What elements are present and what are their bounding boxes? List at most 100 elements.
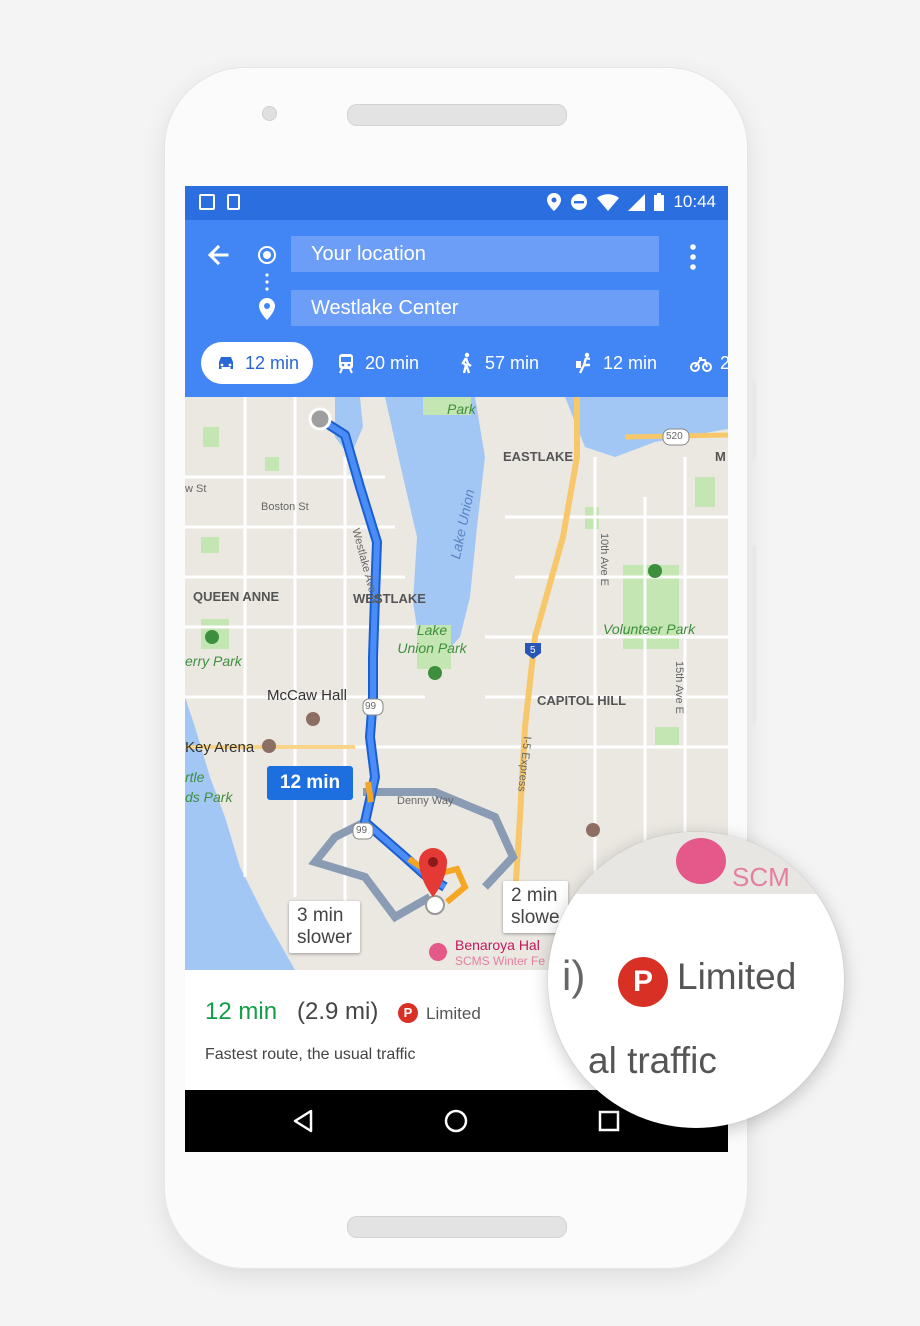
rideshare-icon bbox=[576, 352, 591, 374]
park-icon bbox=[648, 564, 662, 578]
location-status-icon bbox=[547, 193, 562, 211]
destination-dot bbox=[425, 895, 445, 915]
mode-walking[interactable]: 57 min bbox=[455, 342, 539, 384]
park-icon bbox=[428, 666, 442, 680]
battery-icon bbox=[654, 193, 665, 211]
arena-icon bbox=[262, 739, 276, 753]
do-not-disturb-icon bbox=[571, 194, 588, 210]
map-label: 10th Ave E bbox=[598, 533, 610, 587]
map-label: McCaw Hall bbox=[267, 687, 348, 704]
magnified-scm-label: SCM bbox=[732, 862, 790, 892]
parking-icon: P bbox=[398, 1003, 418, 1023]
more-options-icon[interactable] bbox=[683, 242, 703, 272]
top-speaker bbox=[347, 104, 567, 126]
park-area bbox=[201, 537, 219, 553]
park-area bbox=[203, 427, 219, 447]
directions-header: Your location Westlake Center 12 min 20 … bbox=[185, 220, 728, 397]
origin-field[interactable]: Your location bbox=[291, 236, 659, 272]
back-nav-icon[interactable] bbox=[289, 1107, 317, 1135]
map-label: WESTLAKE bbox=[353, 591, 426, 606]
theater-icon bbox=[306, 712, 320, 726]
map-label: EASTLAKE bbox=[503, 449, 574, 464]
map-label: Boston St bbox=[261, 501, 309, 513]
back-arrow-icon[interactable] bbox=[201, 238, 235, 272]
mode-transit[interactable]: 20 min bbox=[335, 342, 419, 384]
mode-cycling[interactable]: 2 bbox=[690, 342, 728, 384]
map-label: Denny Way bbox=[397, 795, 454, 807]
mode-rideshare-label: 12 min bbox=[603, 352, 658, 373]
route-time-badge[interactable]: 12 min bbox=[267, 766, 353, 800]
power-button bbox=[752, 545, 756, 725]
status-bar: 10:44 bbox=[185, 186, 728, 220]
transit-icon bbox=[339, 354, 353, 374]
alt-route-note: slower bbox=[297, 927, 352, 948]
eta-text: 12 min bbox=[205, 998, 278, 1025]
map-label: Benaroya Hal bbox=[455, 937, 540, 953]
volume-button bbox=[752, 380, 756, 460]
magnifier-callout: SCM i) P Limited al traffic bbox=[548, 832, 844, 1128]
mode-driving[interactable]: 12 min bbox=[201, 342, 314, 384]
magnified-distance-fragment: i) bbox=[562, 952, 586, 999]
bottom-speaker bbox=[347, 1216, 567, 1238]
map-label: QUEEN ANNE bbox=[193, 589, 280, 604]
recents-nav-icon[interactable] bbox=[595, 1107, 623, 1135]
origin-icon bbox=[258, 246, 276, 264]
wifi-icon bbox=[597, 193, 620, 211]
map-label: Key Arena bbox=[185, 739, 255, 756]
magnified-map: SCM bbox=[548, 832, 844, 894]
map-label: 99 bbox=[356, 825, 368, 836]
mode-transit-label: 20 min bbox=[365, 352, 420, 373]
magnified-parking-icon: P bbox=[618, 957, 668, 1007]
mode-driving-label: 12 min bbox=[245, 352, 300, 373]
map-label: M bbox=[715, 449, 726, 464]
magnified-parking-status: Limited bbox=[677, 956, 797, 997]
front-camera bbox=[262, 106, 277, 121]
map-label: 99 bbox=[365, 701, 377, 712]
map-label: ds Park bbox=[185, 789, 233, 805]
walk-icon bbox=[461, 352, 472, 374]
mode-rideshare[interactable]: 12 min bbox=[573, 342, 657, 384]
alt-route-note: slowe bbox=[511, 907, 560, 928]
map-label: rtle bbox=[185, 769, 205, 785]
map-label: Volunteer Park bbox=[603, 621, 696, 637]
download-notification-icon bbox=[227, 194, 240, 210]
bike-icon bbox=[690, 357, 712, 372]
magnified-traffic-text: al traffic bbox=[588, 1040, 717, 1081]
park-icon bbox=[205, 630, 219, 644]
signal-icon bbox=[628, 193, 646, 211]
map-label: Lake Union Park bbox=[397, 622, 467, 656]
alt-route-badge[interactable]: 3 min slower bbox=[289, 901, 360, 953]
elliott-bay-water bbox=[185, 697, 295, 970]
car-icon bbox=[219, 357, 233, 369]
home-nav-icon[interactable] bbox=[442, 1107, 470, 1135]
alt-route-time: 3 min bbox=[297, 905, 344, 926]
magnified-concert-icon bbox=[676, 838, 726, 884]
route-description: Fastest route, the usual traffic bbox=[205, 1046, 416, 1063]
map-label: 15th Ave E bbox=[673, 661, 685, 715]
i5-highway bbox=[512, 397, 580, 898]
image-notification-icon bbox=[199, 194, 215, 210]
map-label: 520 bbox=[666, 431, 683, 442]
mode-cycling-label: 2 bbox=[720, 352, 728, 373]
concert-hall-icon bbox=[429, 943, 447, 961]
map-label: CAPITOL HILL bbox=[537, 693, 627, 708]
map-label: w St bbox=[185, 483, 207, 495]
lake-union-water bbox=[385, 397, 485, 659]
map-label: erry Park bbox=[185, 653, 242, 669]
distance-text: (2.9 mi) bbox=[297, 998, 379, 1025]
portage-bay-water bbox=[565, 397, 728, 457]
map-label: Park bbox=[447, 401, 476, 417]
parking-status: Limited bbox=[426, 1004, 481, 1023]
destination-pin-center bbox=[428, 857, 438, 867]
route-dots-icon bbox=[265, 273, 269, 291]
park-area bbox=[695, 477, 715, 507]
park-area bbox=[265, 457, 279, 471]
destination-pin-icon bbox=[259, 298, 275, 320]
destination-field[interactable]: Westlake Center bbox=[291, 290, 659, 326]
origin-marker bbox=[308, 407, 332, 431]
status-time: 10:44 bbox=[673, 192, 716, 211]
map-label: SCMS Winter Fe bbox=[455, 954, 546, 968]
mode-walking-label: 57 min bbox=[485, 352, 540, 373]
park-area bbox=[655, 727, 679, 745]
map-label: 5 bbox=[530, 645, 536, 656]
